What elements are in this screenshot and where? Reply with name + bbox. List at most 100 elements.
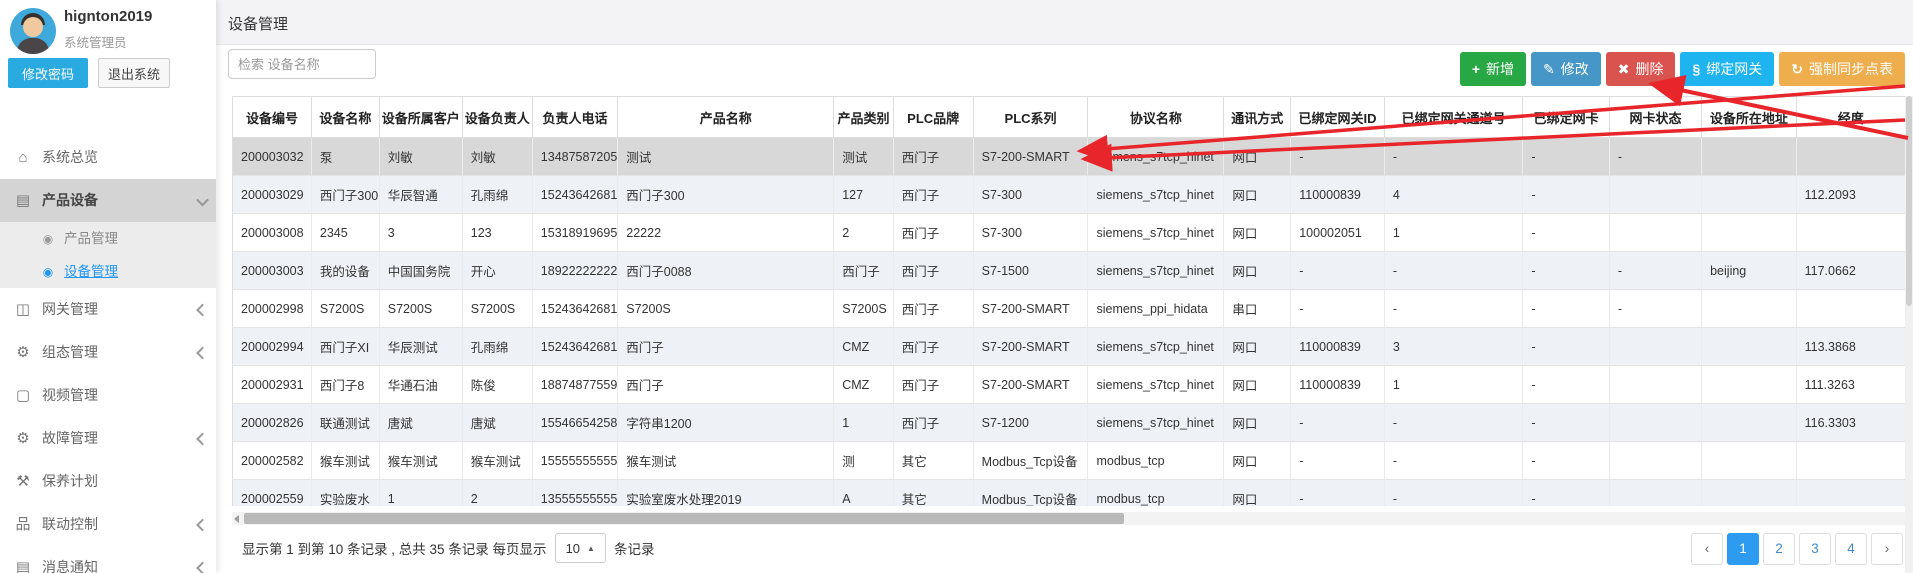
sidebar-item-fault-mgmt[interactable]: ⚙故障管理 <box>0 417 216 460</box>
search-input[interactable] <box>228 49 376 79</box>
add-button[interactable]: +新增 <box>1460 52 1526 86</box>
table-cell: 2345 <box>311 214 379 252</box>
table-row[interactable]: 200002998S7200SS7200SS7200S15243642681S7… <box>233 290 1906 328</box>
table-cell: siemens_s7tcp_hinet <box>1088 404 1224 442</box>
table-row[interactable]: 200003003我的设备中国国务院开心18922222222西门子0088西门… <box>233 252 1906 290</box>
page-title: 设备管理 <box>228 13 288 34</box>
table-cell: - <box>1523 176 1609 214</box>
vertical-scrollbar[interactable] <box>1905 96 1913 573</box>
page-button-3[interactable]: 3 <box>1799 533 1831 565</box>
page-prev-button[interactable]: ‹ <box>1691 533 1723 565</box>
table-cell: 2 <box>462 480 532 507</box>
table-cell: - <box>1523 442 1609 480</box>
table-row[interactable]: 200003032泵刘敏刘敏13487587205测试测试西门子S7-200-S… <box>233 138 1906 176</box>
table-cell <box>1796 138 1905 176</box>
sidebar: hignton2019 系统管理员 修改密码 退出系统 ⌂系统总览▤产品设备◉产… <box>0 0 216 573</box>
table-cell: Modbus_Tcp设备 <box>973 480 1088 507</box>
devices-table: 设备编号设备名称设备所属客户设备负责人负责人电话产品名称产品类别PLC品牌PLC… <box>233 96 1906 506</box>
column-header-2: 设备名称 <box>311 97 379 138</box>
button-label: 绑定网关 <box>1706 59 1762 79</box>
column-header-17: 经度 <box>1796 97 1905 138</box>
horizontal-scrollbar[interactable] <box>232 512 1905 525</box>
table-cell: 110000839 <box>1291 328 1385 366</box>
page-button-4[interactable]: 4 <box>1835 533 1867 565</box>
table-cell: 华通石油 <box>379 366 462 404</box>
toolbar: +新增 ✎ 修改 ✖删除§绑定网关↻强制同步点表 <box>1460 52 1905 86</box>
scroll-left-arrow-icon[interactable] <box>234 515 239 523</box>
table-cell: 网口 <box>1224 214 1291 252</box>
sidebar-item-label: 产品设备 <box>42 192 98 208</box>
chevron-left-icon <box>196 561 209 573</box>
table-row[interactable]: 200002559实验废水1213555555555实验室废水处理2019A其它… <box>233 480 1906 507</box>
table-cell: Modbus_Tcp设备 <box>973 442 1088 480</box>
page-button-1[interactable]: 1 <box>1727 533 1759 565</box>
table-cell: 孔雨绵 <box>462 176 532 214</box>
table-cell: 西门子 <box>893 404 973 442</box>
page-size-dropdown[interactable]: 10 ▲ <box>555 533 606 563</box>
table-cell: 15546654258 <box>532 404 617 442</box>
table-cell: - <box>1291 138 1385 176</box>
records-summary: 显示第 1 到第 10 条记录 , 总共 35 条记录 每页显示 <box>242 538 547 558</box>
force-sync-points-button[interactable]: ↻强制同步点表 <box>1779 52 1905 86</box>
table-cell: 200002559 <box>233 480 311 507</box>
page-button-2[interactable]: 2 <box>1763 533 1795 565</box>
delete-button[interactable]: ✖删除 <box>1606 52 1676 86</box>
table-cell: 110000839 <box>1291 366 1385 404</box>
table-row[interactable]: 200003029西门子300华辰智通孔雨绵15243642681西门子3001… <box>233 176 1906 214</box>
sidebar-subitem-label: 设备管理 <box>64 264 118 279</box>
records-suffix: 条记录 <box>614 538 655 558</box>
table-cell: - <box>1384 138 1523 176</box>
logout-button[interactable]: 退出系统 <box>98 58 170 88</box>
table-cell: 西门子 <box>893 214 973 252</box>
table-cell: S7-300 <box>973 176 1088 214</box>
message-book-icon: ▤ <box>14 546 32 573</box>
edit-button[interactable]: ✎ 修改 <box>1531 52 1601 86</box>
table-cell: - <box>1523 404 1609 442</box>
table-cell: 西门子 <box>893 138 973 176</box>
table-row[interactable]: 200002826联通测试唐斌唐斌15546654258字符串12001西门子S… <box>233 404 1906 442</box>
sidebar-item-video-mgmt[interactable]: ▢视频管理 <box>0 374 216 417</box>
column-header-7: 产品类别 <box>834 97 893 138</box>
sidebar-item-linkage-control[interactable]: 品联动控制 <box>0 503 216 546</box>
table-cell: 西门子 <box>893 176 973 214</box>
table-cell: 200003029 <box>233 176 311 214</box>
sidebar-item-system-overview[interactable]: ⌂系统总览 <box>0 136 216 179</box>
change-password-button[interactable]: 修改密码 <box>8 58 88 88</box>
table-cell: - <box>1291 290 1385 328</box>
horizontal-scrollbar-thumb[interactable] <box>244 513 1124 524</box>
sidebar-item-label: 网关管理 <box>42 301 98 317</box>
button-label: 修改 <box>1561 59 1589 79</box>
table-cell <box>1702 290 1796 328</box>
pagination-summary: 显示第 1 到第 10 条记录 , 总共 35 条记录 每页显示 10 ▲ 条记… <box>242 530 654 566</box>
table-cell: 200002582 <box>233 442 311 480</box>
table-cell: 刘敏 <box>379 138 462 176</box>
table-cell: 18922222222 <box>532 252 617 290</box>
sidebar-item-maintenance-plan[interactable]: ⚒保养计划 <box>0 460 216 503</box>
column-header-14: 已绑定网卡 <box>1523 97 1609 138</box>
table-cell: 网口 <box>1224 442 1291 480</box>
bind-gateway-button[interactable]: §绑定网关 <box>1680 52 1774 86</box>
table-row[interactable]: 200002931西门子8华通石油陈俊18874877559西门子CMZ西门子S… <box>233 366 1906 404</box>
table-cell: 测 <box>834 442 893 480</box>
table-row[interactable]: 200002994西门子XI华辰测试孔雨绵15243642681西门子CMZ西门… <box>233 328 1906 366</box>
pencil-icon: ✎ <box>1543 61 1555 78</box>
sidebar-subitem-label: 产品管理 <box>64 231 118 246</box>
column-header-16: 设备所在地址 <box>1702 97 1796 138</box>
table-row[interactable]: 2000030082345312315318919695222222西门子S7-… <box>233 214 1906 252</box>
table-cell: siemens_s7tcp_hinet <box>1088 214 1224 252</box>
page-next-button[interactable]: › <box>1871 533 1903 565</box>
table-cell <box>1702 366 1796 404</box>
sidebar-item-message-notify[interactable]: ▤消息通知 <box>0 546 216 573</box>
sidebar-item-product-device[interactable]: ▤产品设备 <box>0 179 216 222</box>
chevron-left-icon <box>196 303 209 316</box>
table-row[interactable]: 200002582猴车测试猴车测试猴车测试15555555555猴车测试测其它M… <box>233 442 1906 480</box>
user-role: 系统管理员 <box>64 32 127 51</box>
sidebar-subitem-product-mgmt[interactable]: ◉产品管理 <box>0 222 216 255</box>
column-header-9: PLC系列 <box>973 97 1088 138</box>
table-cell: 华辰智通 <box>379 176 462 214</box>
column-header-4: 设备负责人 <box>462 97 532 138</box>
sidebar-item-config-mgmt[interactable]: ⚙组态管理 <box>0 331 216 374</box>
sidebar-item-gateway-mgmt[interactable]: ◫网关管理 <box>0 288 216 331</box>
sidebar-subitem-device-mgmt[interactable]: ◉设备管理 <box>0 255 216 288</box>
table-cell: 测试 <box>834 138 893 176</box>
